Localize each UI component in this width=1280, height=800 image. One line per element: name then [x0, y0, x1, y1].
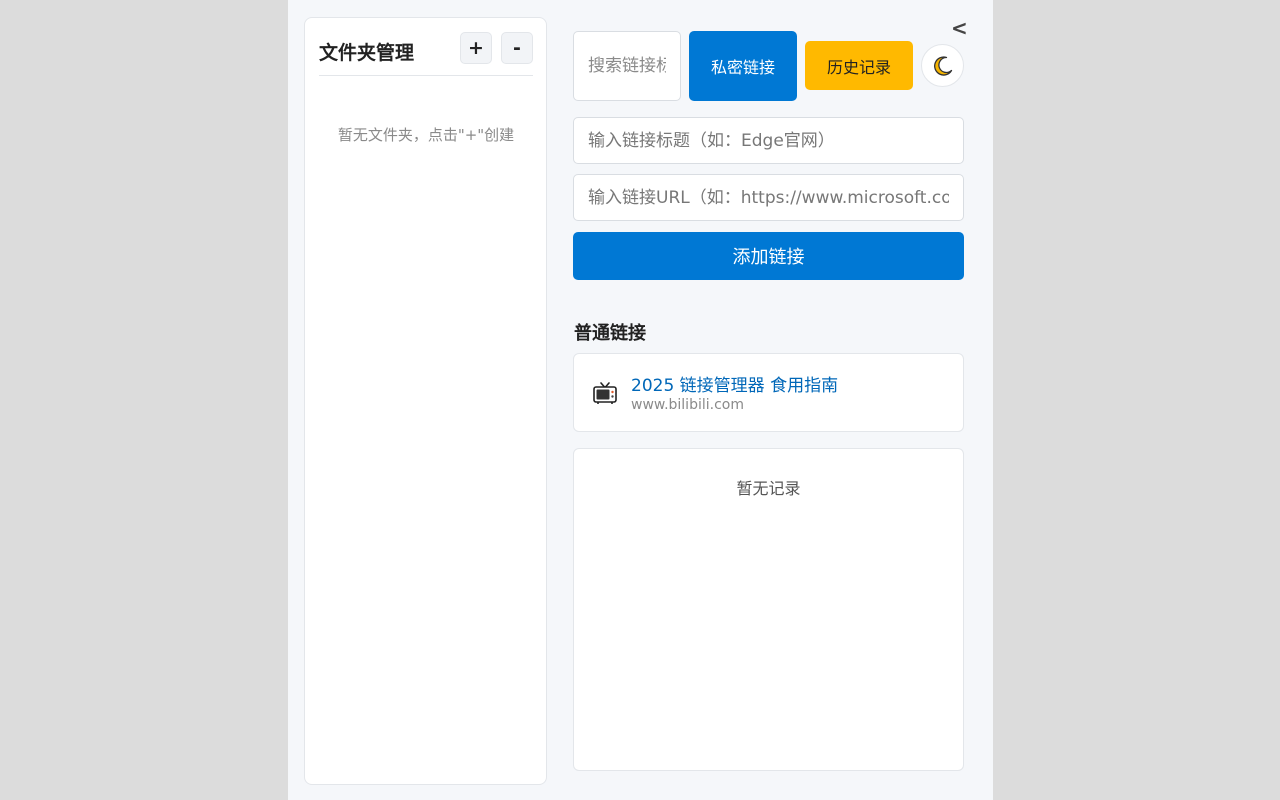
collapse-button[interactable]: <	[951, 16, 968, 40]
tv-icon	[593, 382, 617, 404]
link-title[interactable]: 2025 链接管理器 食用指南	[631, 371, 838, 396]
history-empty-message: 暂无记录	[736, 479, 801, 498]
history-panel: 暂无记录	[573, 448, 964, 771]
add-link-button[interactable]: 添加链接	[573, 232, 964, 280]
sidebar-header: 文件夹管理 + -	[319, 32, 533, 76]
moon-icon	[933, 55, 952, 76]
section-title-normal-links: 普通链接	[574, 323, 646, 344]
link-url: www.bilibili.com	[631, 397, 744, 413]
add-folder-button[interactable]: +	[460, 32, 492, 64]
link-url-field[interactable]	[573, 174, 964, 221]
history-button[interactable]: 历史记录	[805, 41, 913, 90]
theme-toggle-button[interactable]	[921, 44, 964, 87]
private-links-button[interactable]: 私密链接	[689, 31, 797, 101]
remove-folder-button[interactable]: -	[501, 32, 533, 64]
search-input[interactable]	[573, 31, 681, 101]
link-card[interactable]: 2025 链接管理器 食用指南 www.bilibili.com	[573, 353, 964, 432]
link-title-field[interactable]	[573, 117, 964, 164]
sidebar-title: 文件夹管理	[319, 42, 415, 64]
folder-sidebar: 文件夹管理 + - 暂无文件夹，点击"+"创建	[304, 17, 547, 785]
folder-empty-message: 暂无文件夹，点击"+"创建	[337, 126, 515, 144]
app-container: 文件夹管理 + - 暂无文件夹，点击"+"创建 < 私密链接 历史记录 添加链接…	[288, 0, 993, 800]
